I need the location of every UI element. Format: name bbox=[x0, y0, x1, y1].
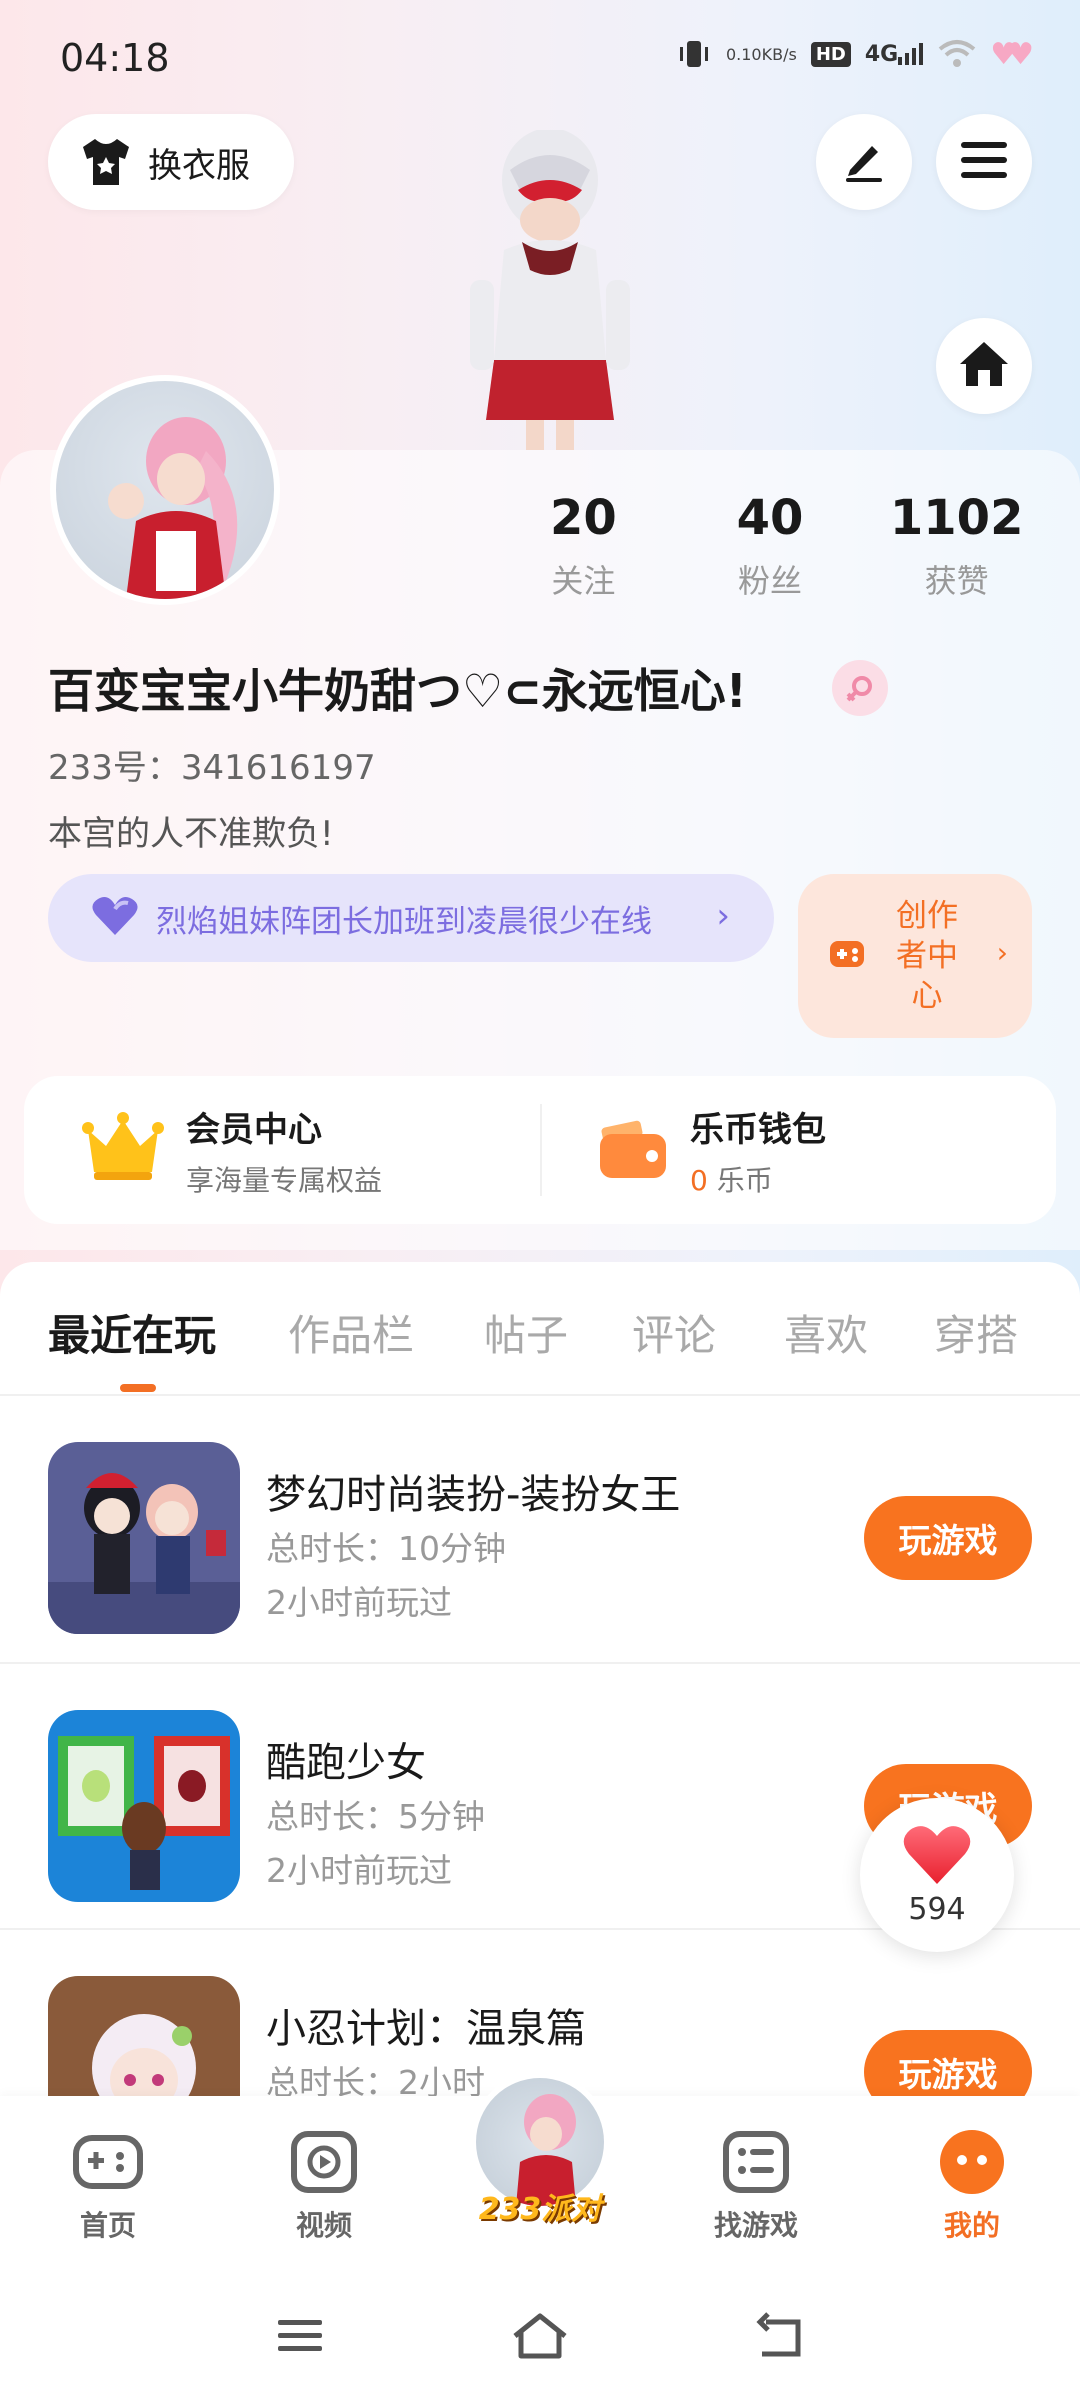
nav-me-label: 我的 bbox=[943, 2209, 1000, 2242]
followers-label: 粉丝 bbox=[738, 562, 803, 600]
gamepad-icon bbox=[70, 2124, 146, 2200]
hd-badge: HD bbox=[810, 41, 851, 67]
bio: 本宫的人不准欺负! bbox=[48, 814, 334, 854]
likes-stat[interactable]: 1102 获赞 bbox=[863, 490, 1050, 602]
list-item[interactable]: 小忍计划：温泉篇 总时长：2小时 玩游戏 bbox=[0, 1928, 1080, 2096]
menu-button[interactable] bbox=[936, 114, 1032, 210]
tab-posts[interactable]: 帖子 bbox=[484, 1302, 568, 1363]
like-count: 594 bbox=[908, 1891, 966, 1927]
member-wallet-card: 会员中心 享海量专属权益 乐币钱包 0 乐币 bbox=[24, 1076, 1056, 1224]
game-duration: 总时长：10分钟 bbox=[266, 1529, 506, 1568]
chevron-right-icon: › bbox=[716, 896, 730, 936]
game-icon-parkour-girl bbox=[48, 1710, 240, 1902]
game-title: 小忍计划：温泉篇 bbox=[266, 2006, 586, 2052]
active-tab-indicator bbox=[120, 1384, 156, 1392]
system-menu-icon[interactable] bbox=[270, 2306, 330, 2366]
nav-party-label: 233派对 bbox=[478, 2192, 602, 2227]
me-icon bbox=[934, 2124, 1010, 2200]
likes-count: 1102 bbox=[889, 490, 1024, 546]
family-group-text: 烈焰姐妹阵团长加班到凌晨很少在线 bbox=[156, 903, 652, 940]
nickname: 百变宝宝小牛奶甜つ♡⊂永远恒心! bbox=[48, 664, 747, 718]
tab-outfits[interactable]: 穿搭 bbox=[934, 1302, 1018, 1363]
nav-video[interactable]: 视频 bbox=[244, 2124, 404, 2244]
nav-home[interactable]: 首页 bbox=[28, 2124, 188, 2244]
network-speed: 0.10 KB/s bbox=[725, 44, 797, 64]
following-label: 关注 bbox=[551, 562, 616, 600]
play-game-button[interactable]: 玩游戏 bbox=[864, 1496, 1032, 1580]
game-last-played: 2小时前玩过 bbox=[266, 1851, 452, 1890]
status-icons: 0.10 KB/s HD 4G ♥♥ bbox=[676, 36, 1034, 72]
game-last-played: 2小时前玩过 bbox=[266, 1583, 452, 1622]
avatar[interactable] bbox=[50, 375, 280, 605]
floating-like-button[interactable]: 594 bbox=[860, 1798, 1014, 1952]
user-id[interactable]: 233号：341616197 bbox=[48, 740, 376, 789]
video-play-icon bbox=[286, 2124, 362, 2200]
change-outfit-label: 换衣服 bbox=[148, 145, 250, 186]
game-icon-hot-spring bbox=[48, 1976, 240, 2096]
status-time: 04:18 bbox=[60, 36, 170, 80]
tab-recent-played[interactable]: 最近在玩 bbox=[48, 1302, 216, 1363]
game-title: 梦幻时尚装扮-装扮女王 bbox=[266, 1472, 681, 1518]
followers-count: 40 bbox=[736, 490, 804, 546]
wallet-icon bbox=[598, 1116, 668, 1184]
shirt-icon bbox=[78, 134, 134, 190]
list-item[interactable]: 梦幻时尚装扮-装扮女王 总时长：10分钟 2小时前玩过 玩游戏 bbox=[0, 1396, 1080, 1662]
family-group-link[interactable]: 烈焰姐妹阵团长加班到凌晨很少在线 › bbox=[48, 874, 774, 962]
edit-profile-button[interactable] bbox=[816, 114, 912, 210]
wallet-title: 乐币钱包 bbox=[690, 1109, 826, 1150]
heart-icon bbox=[902, 1824, 972, 1890]
system-back-icon[interactable] bbox=[750, 2306, 810, 2366]
3d-avatar-character[interactable] bbox=[430, 128, 670, 450]
heart-icon bbox=[90, 895, 140, 941]
status-bar: 04:18 0.10 KB/s HD 4G ♥♥ bbox=[0, 0, 1080, 120]
tab-likes[interactable]: 喜欢 bbox=[784, 1302, 868, 1363]
home-space-button[interactable] bbox=[936, 318, 1032, 414]
chevron-right-icon: › bbox=[996, 936, 1008, 969]
battery-heart-icon: ♥♥ bbox=[990, 36, 1034, 72]
recent-games-list: 梦幻时尚装扮-装扮女王 总时长：10分钟 2小时前玩过 玩游戏 酷跑少女 总时长… bbox=[0, 1396, 1080, 2096]
nav-me[interactable]: 我的 bbox=[892, 2124, 1052, 2244]
system-home-icon[interactable] bbox=[510, 2306, 570, 2366]
play-game-button[interactable]: 玩游戏 bbox=[864, 2030, 1032, 2096]
wallet-balance: 0 乐币 bbox=[690, 1159, 826, 1199]
wallet-amount: 0 bbox=[690, 1163, 708, 1197]
wifi-icon bbox=[938, 39, 976, 69]
nav-find-game[interactable]: 找游戏 bbox=[676, 2124, 836, 2244]
likes-label: 获赞 bbox=[924, 562, 989, 600]
creator-center-button[interactable]: 创作者中心 › bbox=[798, 874, 1032, 1038]
profile-stats: 20 关注 40 粉丝 1102 获赞 bbox=[490, 490, 1050, 602]
member-center-entry[interactable]: 会员中心 享海量专属权益 bbox=[24, 1076, 540, 1224]
following-count: 20 bbox=[549, 490, 617, 546]
nav-video-label: 视频 bbox=[295, 2209, 352, 2242]
following-stat[interactable]: 20 关注 bbox=[490, 490, 677, 602]
wallet-unit: 乐币 bbox=[716, 1163, 773, 1197]
creator-center-label: 创作者中心 bbox=[896, 898, 958, 1014]
game-duration: 总时长：5分钟 bbox=[266, 1797, 485, 1836]
game-duration: 总时长：2小时 bbox=[266, 2063, 485, 2096]
find-game-icon bbox=[718, 2124, 794, 2200]
game-title: 酷跑少女 bbox=[266, 1740, 426, 1786]
home-icon bbox=[958, 340, 1010, 392]
change-outfit-button[interactable]: 换衣服 bbox=[48, 114, 294, 210]
female-gender-icon bbox=[832, 660, 888, 716]
signal-icon: 4G bbox=[865, 42, 924, 67]
wallet-entry[interactable]: 乐币钱包 0 乐币 bbox=[540, 1076, 1056, 1224]
followers-stat[interactable]: 40 粉丝 bbox=[677, 490, 864, 602]
nav-home-label: 首页 bbox=[79, 2209, 136, 2242]
nav-find-game-label: 找游戏 bbox=[713, 2209, 798, 2242]
game-icon-dress-up bbox=[48, 1442, 240, 1634]
member-center-title: 会员中心 bbox=[186, 1109, 322, 1150]
creator-gamepad-icon bbox=[828, 935, 866, 977]
crown-icon bbox=[82, 1112, 164, 1188]
tab-works[interactable]: 作品栏 bbox=[288, 1302, 414, 1363]
profile-tabs: 最近在玩 作品栏 帖子 评论 喜欢 穿搭 bbox=[0, 1262, 1080, 1394]
tab-comments[interactable]: 评论 bbox=[632, 1302, 716, 1363]
system-navigation-bar bbox=[0, 2276, 1080, 2400]
menu-icon bbox=[961, 140, 1007, 184]
vibrate-icon bbox=[676, 36, 712, 72]
member-center-subtitle: 享海量专属权益 bbox=[186, 1163, 383, 1197]
edit-icon bbox=[840, 136, 888, 188]
